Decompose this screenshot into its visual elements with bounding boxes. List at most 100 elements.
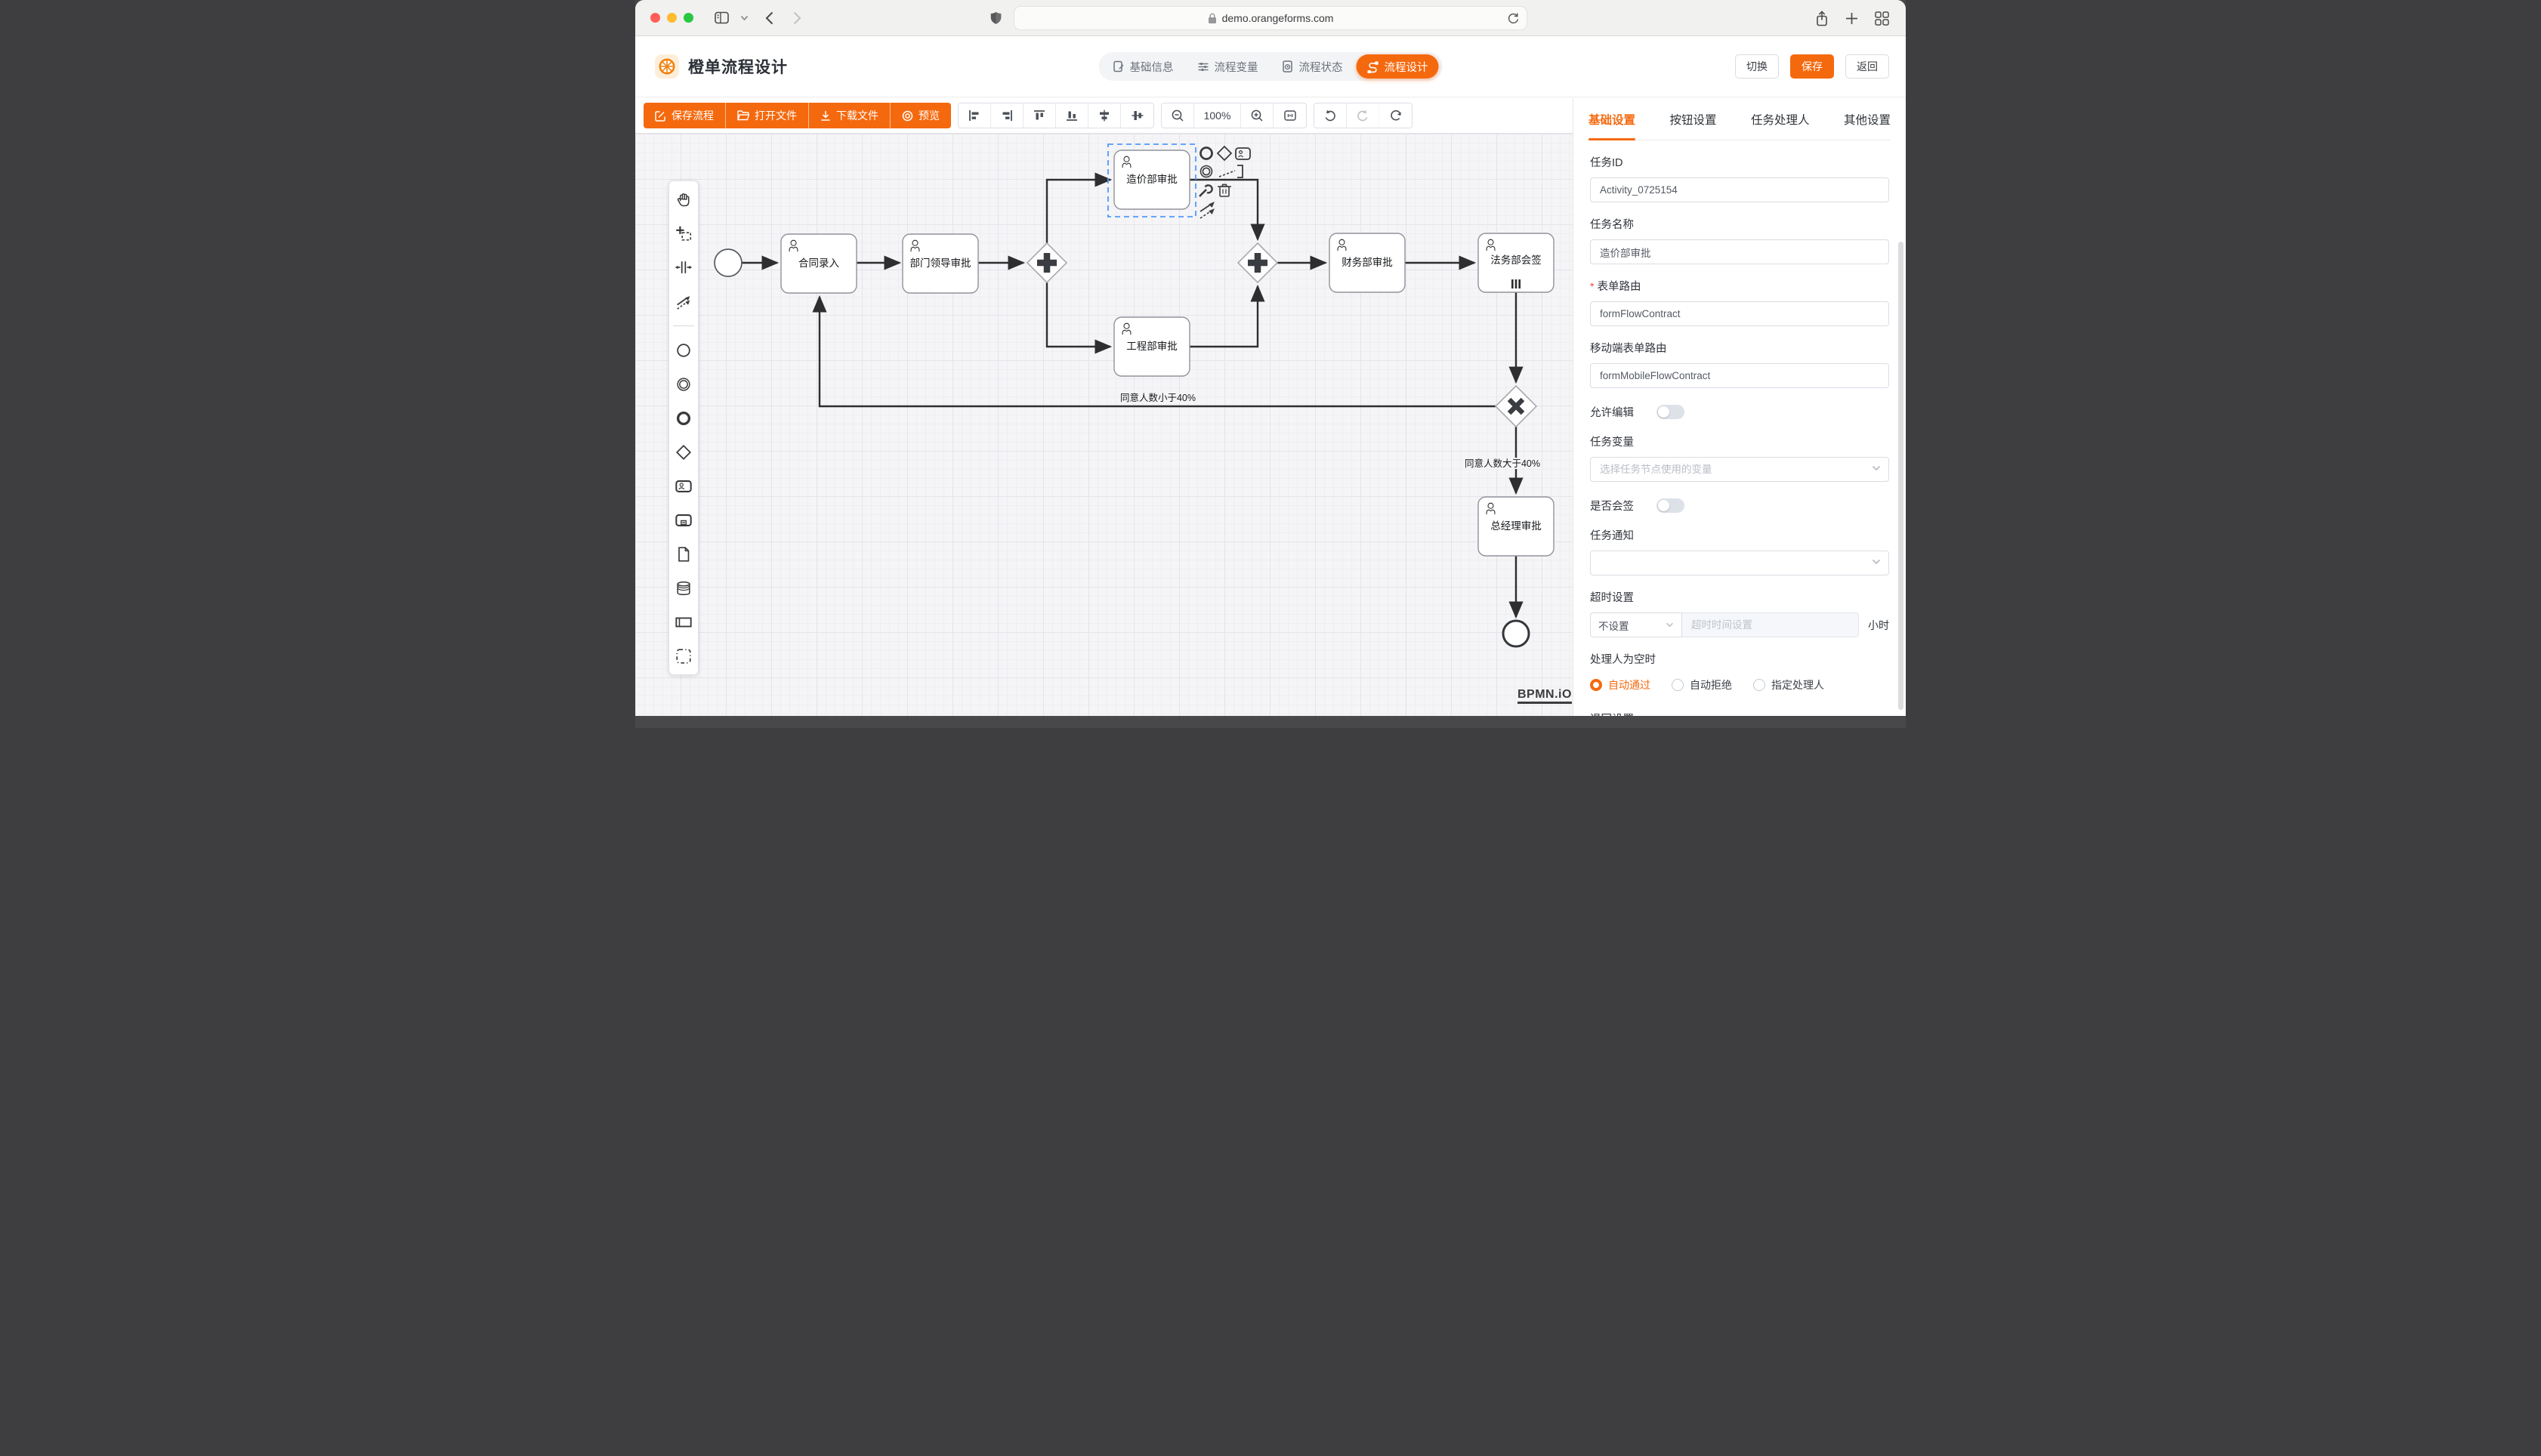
tab-basic-settings[interactable]: 基础设置 <box>1589 111 1635 140</box>
append-intermediate-event-icon[interactable] <box>1201 166 1212 177</box>
flow-engineering-to-gateway2[interactable] <box>1190 286 1258 347</box>
close-window-button[interactable] <box>650 13 660 23</box>
bpmn-io-watermark[interactable]: BPMN.iO <box>1517 688 1572 704</box>
task-finance-approval[interactable]: 财务部审批 <box>1329 233 1405 292</box>
redo-icon[interactable] <box>1347 103 1379 128</box>
parallel-gateway-join[interactable] <box>1238 243 1277 282</box>
tab-basic-info[interactable]: 基础信息 <box>1103 55 1184 78</box>
exclusive-gateway[interactable] <box>1496 386 1536 427</box>
sidebar-toggle-icon[interactable] <box>715 11 730 24</box>
address-bar[interactable]: demo.orangeforms.com <box>1014 6 1527 30</box>
screen: demo.orangeforms.com 橙单流程设计 <box>635 0 1906 728</box>
call-activity-icon[interactable] <box>674 511 693 530</box>
align-left-icon[interactable] <box>959 103 991 128</box>
gateway-icon[interactable] <box>674 443 693 462</box>
append-text-annotation-icon[interactable] <box>1219 165 1243 177</box>
form-route-input[interactable] <box>1590 301 1889 326</box>
align-right-icon[interactable] <box>991 103 1024 128</box>
align-bottom-icon[interactable] <box>1056 103 1088 128</box>
start-event[interactable] <box>715 249 742 276</box>
preview-icon <box>902 110 913 122</box>
append-task-icon[interactable] <box>1236 148 1250 159</box>
zoom-out-icon[interactable] <box>1162 103 1194 128</box>
back-button[interactable]: 返回 <box>1845 54 1889 79</box>
download-file-button[interactable]: 下载文件 <box>809 103 891 128</box>
participant-pool-icon[interactable] <box>674 612 693 632</box>
global-connect-tool-icon[interactable] <box>674 292 693 311</box>
hand-tool-icon[interactable] <box>674 190 693 209</box>
wrench-change-type-icon[interactable] <box>1199 185 1212 196</box>
flow-gateway1-to-cost[interactable] <box>1047 180 1110 243</box>
empty-assignee-label: 处理人为空时 <box>1590 651 1889 667</box>
sidebar-chevron-icon[interactable] <box>740 15 749 21</box>
task-legal-countersign[interactable]: 法务部会签 <box>1478 233 1554 292</box>
forward-button-icon[interactable] <box>793 11 801 25</box>
tab-overview-icon[interactable] <box>1875 11 1889 26</box>
fit-viewport-icon[interactable] <box>1274 103 1306 128</box>
back-button-icon[interactable] <box>765 11 773 25</box>
tab-other-settings[interactable]: 其他设置 <box>1844 111 1891 140</box>
preview-button[interactable]: 预览 <box>891 103 951 128</box>
append-gateway-icon[interactable] <box>1218 147 1231 160</box>
share-icon[interactable] <box>1815 11 1829 26</box>
radio-auto-pass[interactable]: 自动通过 <box>1590 677 1650 693</box>
intermediate-event-icon[interactable] <box>674 375 693 394</box>
start-event-icon[interactable] <box>674 341 693 360</box>
privacy-shield-icon[interactable] <box>990 11 1002 25</box>
zoom-in-icon[interactable] <box>1241 103 1274 128</box>
bpmn-canvas[interactable]: 同意人数小于40% 同意人数大于40% 合同录入 部门领导审批 <box>635 134 1573 716</box>
undo-icon[interactable] <box>1314 103 1347 128</box>
mobile-form-route-input[interactable] <box>1590 363 1889 388</box>
edge-label-gt40[interactable]: 同意人数大于40% <box>1465 458 1540 469</box>
align-center-horizontal-icon[interactable] <box>1088 103 1121 128</box>
lasso-tool-icon[interactable] <box>674 224 693 243</box>
task-variable-select[interactable] <box>1590 457 1889 482</box>
minimize-window-button[interactable] <box>667 13 677 23</box>
save-button[interactable]: 保存 <box>1790 54 1834 79</box>
task-label: 法务部会签 <box>1490 254 1542 266</box>
task-general-manager-approval[interactable]: 总经理审批 <box>1478 497 1554 556</box>
task-engineering-approval[interactable]: 工程部审批 <box>1114 317 1190 376</box>
flow-gateway1-to-engineering[interactable] <box>1047 282 1110 347</box>
task-name-input[interactable] <box>1590 239 1889 264</box>
radio-assign-handler[interactable]: 指定处理人 <box>1753 677 1824 693</box>
task-cost-approval-selected[interactable]: 造价部审批 <box>1108 144 1196 217</box>
data-store-icon[interactable] <box>674 578 693 598</box>
task-id-input[interactable] <box>1590 177 1889 202</box>
data-object-icon[interactable] <box>674 544 693 564</box>
end-event-icon[interactable] <box>674 409 693 428</box>
delete-trash-icon[interactable] <box>1218 184 1231 196</box>
panel-scrollbar[interactable] <box>1898 242 1903 710</box>
radio-auto-reject[interactable]: 自动拒绝 <box>1672 677 1732 693</box>
reset-icon[interactable] <box>1379 103 1412 128</box>
end-event[interactable] <box>1503 621 1529 646</box>
parallel-gateway-split[interactable] <box>1027 243 1067 282</box>
reload-icon[interactable] <box>1507 12 1519 25</box>
space-tool-icon[interactable] <box>674 258 693 277</box>
switch-button[interactable]: 切换 <box>1735 54 1779 79</box>
flow-cost-to-gateway2[interactable] <box>1190 180 1258 239</box>
task-notify-select[interactable] <box>1590 551 1889 575</box>
open-file-button[interactable]: 打开文件 <box>726 103 809 128</box>
timeout-time-input[interactable] <box>1682 612 1859 637</box>
user-task-icon[interactable] <box>674 477 693 496</box>
save-process-button[interactable]: 保存流程 <box>644 103 726 128</box>
align-top-icon[interactable] <box>1024 103 1056 128</box>
tab-process-status[interactable]: 流程状态 <box>1272 55 1354 78</box>
timeout-mode-select[interactable]: 不设置 <box>1590 612 1682 637</box>
zoom-window-button[interactable] <box>684 13 693 23</box>
tab-task-assignee[interactable]: 任务处理人 <box>1751 111 1810 140</box>
edge-label-lt40[interactable]: 同意人数小于40% <box>1120 392 1196 403</box>
append-end-event-icon[interactable] <box>1201 148 1212 159</box>
group-icon[interactable] <box>674 646 693 666</box>
new-tab-icon[interactable] <box>1845 12 1858 25</box>
connect-tool-icon[interactable] <box>1200 202 1214 218</box>
tab-button-settings[interactable]: 按钮设置 <box>1669 111 1716 140</box>
allow-edit-toggle[interactable] <box>1656 405 1684 419</box>
align-middle-vertical-icon[interactable] <box>1121 103 1153 128</box>
tab-process-design[interactable]: 流程设计 <box>1357 54 1439 79</box>
task-contract-entry[interactable]: 合同录入 <box>781 234 857 293</box>
countersign-toggle[interactable] <box>1656 498 1684 513</box>
task-department-leader-approval[interactable]: 部门领导审批 <box>903 234 978 293</box>
tab-process-variables[interactable]: 流程变量 <box>1187 55 1269 78</box>
